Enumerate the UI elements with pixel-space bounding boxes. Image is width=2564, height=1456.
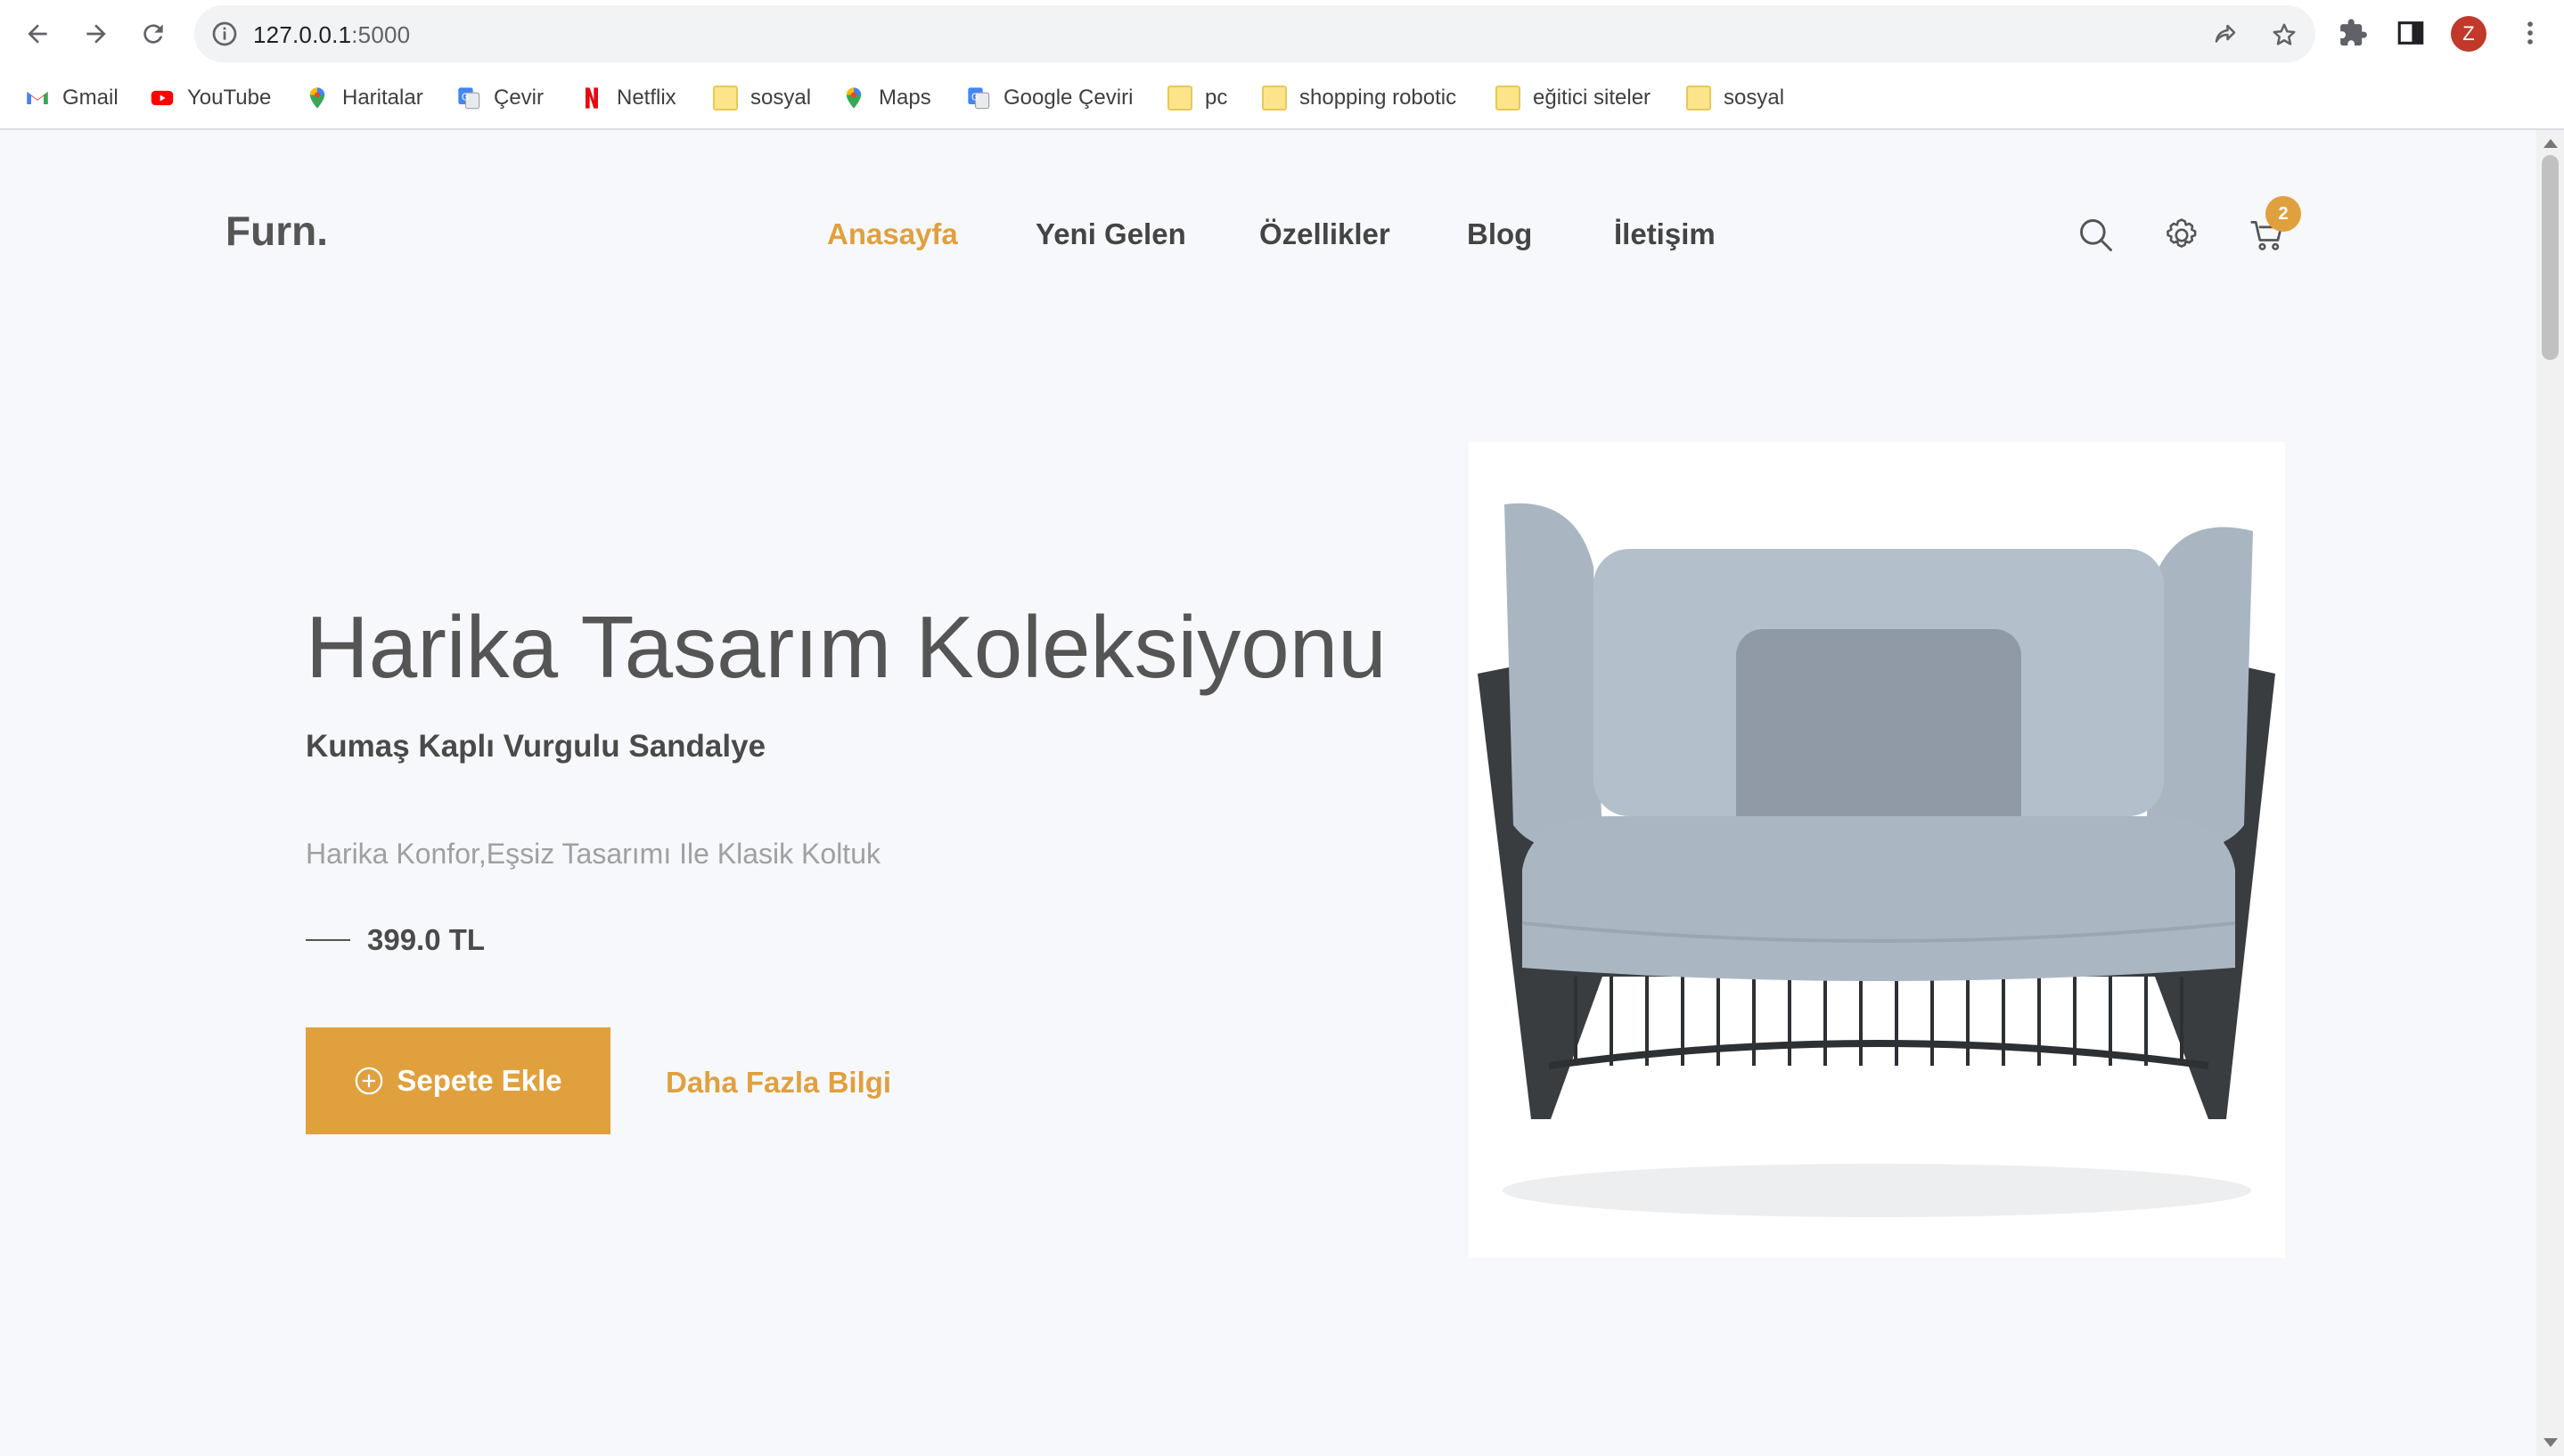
translate-icon: G <box>968 87 990 110</box>
nav-anasayfa[interactable]: Anasayfa <box>827 217 958 251</box>
info-icon[interactable] <box>210 20 239 48</box>
netflix-icon <box>586 87 598 109</box>
scroll-up-arrow-icon[interactable] <box>2544 139 2558 148</box>
bookmark-gmail[interactable]: Gmail <box>25 82 119 114</box>
armchair-illustration <box>1478 503 2275 1217</box>
gear-icon[interactable] <box>2162 216 2201 255</box>
profile-avatar[interactable]: Z <box>2451 16 2486 52</box>
bookmarks-bar: Gmail YouTube Haritalar G Çevir Netflix … <box>0 68 2564 130</box>
bookmark-pc[interactable]: pc <box>1167 82 1227 114</box>
plus-circle-icon <box>356 1067 383 1095</box>
svg-text:G: G <box>462 92 469 102</box>
star-icon[interactable] <box>2271 21 2298 48</box>
arrow-left-icon <box>28 24 47 44</box>
forward-button[interactable] <box>75 12 118 55</box>
back-button[interactable] <box>16 12 59 55</box>
folder-icon <box>1495 86 1520 110</box>
svg-text:G: G <box>971 92 979 102</box>
maps-pin-icon <box>846 87 862 109</box>
more-vert-icon[interactable] <box>2515 18 2545 48</box>
reload-button[interactable] <box>132 12 175 55</box>
bookmark-netflix[interactable]: Netflix <box>579 82 676 114</box>
url-text: 127.0.0.1:5000 <box>253 21 411 48</box>
bookmark-youtube[interactable]: YouTube <box>150 82 271 114</box>
price-divider <box>306 939 350 941</box>
browser-toolbar: 127.0.0.1:5000 Z <box>0 0 2564 68</box>
folder-icon <box>1167 86 1192 110</box>
reload-icon <box>143 24 163 44</box>
translate-icon: G <box>458 87 480 110</box>
maps-pin-icon <box>309 87 325 109</box>
hero-description: Harika Konfor,Eşsiz Tasarımı Ile Klasik … <box>306 838 881 870</box>
scroll-down-arrow-icon[interactable] <box>2544 1438 2558 1447</box>
product-image <box>1469 442 2285 1258</box>
hero-title: Harika Tasarım Koleksiyonu <box>306 598 1387 696</box>
bookmark-shopping-robotic[interactable]: shopping robotic <box>1262 82 1456 114</box>
nav-yeni-gelen[interactable]: Yeni Gelen <box>1036 217 1186 251</box>
gmail-icon <box>27 92 48 104</box>
more-info-link[interactable]: Daha Fazla Bilgi <box>666 1066 891 1100</box>
extensions-icon[interactable] <box>2339 18 2369 48</box>
page-viewport: Furn. Anasayfa Yeni Gelen Özellikler Blo… <box>0 130 2536 1456</box>
bookmark-egitici-siteler[interactable]: eğitici siteler <box>1495 82 1651 114</box>
address-bar[interactable]: 127.0.0.1:5000 <box>194 5 2315 62</box>
share-icon[interactable] <box>2212 21 2239 48</box>
youtube-icon <box>151 90 174 106</box>
bookmark-sosyal-2[interactable]: sosyal <box>1686 82 1784 114</box>
bookmark-cevir[interactable]: G Çevir <box>456 82 544 114</box>
folder-icon <box>1262 86 1287 110</box>
bookmark-sosyal[interactable]: sosyal <box>713 82 811 114</box>
add-to-cart-label: Sepete Ekle <box>397 1064 562 1097</box>
nav-iletisim[interactable]: İletişim <box>1614 217 1716 251</box>
nav-blog[interactable]: Blog <box>1467 217 1532 251</box>
page-scrollbar[interactable] <box>2536 130 2564 1456</box>
folder-icon <box>1686 86 1711 110</box>
site-logo[interactable]: Furn. <box>225 207 328 255</box>
bookmark-google-ceviri[interactable]: G Google Çeviri <box>966 82 1133 114</box>
scrollbar-thumb[interactable] <box>2542 155 2559 360</box>
hero-subtitle: Kumaş Kaplı Vurgulu Sandalye <box>306 729 766 764</box>
cart-count-badge: 2 <box>2265 196 2301 232</box>
side-panel-icon[interactable] <box>2396 18 2426 48</box>
nav-ozellikler[interactable]: Özellikler <box>1259 217 1390 251</box>
arrow-right-icon <box>86 24 106 44</box>
folder-icon <box>713 86 738 110</box>
add-to-cart-button[interactable]: Sepete Ekle <box>306 1027 610 1134</box>
search-icon[interactable] <box>2077 216 2116 255</box>
product-price: 399.0 TL <box>367 923 486 956</box>
bookmark-haritalar[interactable]: Haritalar <box>305 82 423 114</box>
bookmark-maps[interactable]: Maps <box>841 82 931 114</box>
